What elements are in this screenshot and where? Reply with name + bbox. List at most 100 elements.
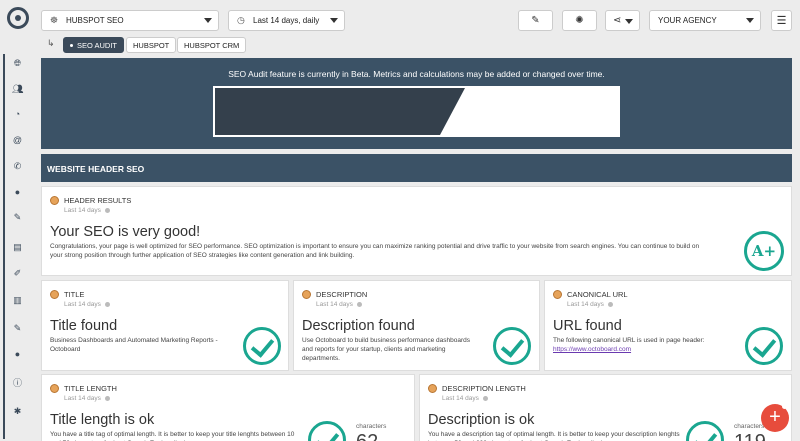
datasource-label: HUBSPOT SEO — [66, 16, 124, 25]
info-dot-icon — [482, 395, 488, 401]
palette-button[interactable]: ✺ — [562, 10, 597, 31]
length-unit: characters — [734, 423, 765, 430]
notification-dot — [782, 404, 787, 409]
chevron-down-icon — [330, 18, 338, 23]
card-headline: Your SEO is very good! — [50, 224, 201, 240]
clock-icon: ◷ — [237, 15, 245, 25]
bug-icon[interactable]: ✱ — [12, 406, 23, 417]
check-icon — [308, 421, 346, 441]
canonical-url-link[interactable]: https://www.octoboard.com — [553, 346, 631, 353]
plug-icon: ✎ — [531, 15, 540, 26]
tab-hubspot[interactable]: HUBSPOT — [126, 37, 177, 53]
section-header: WEBSITE HEADER SEO — [41, 154, 792, 182]
description-card: DESCRIPTION Last 14 days Description fou… — [293, 280, 540, 371]
face-icon — [50, 384, 59, 393]
length-value: 119 — [734, 431, 766, 441]
tab-hubspot-crm[interactable]: HUBSPOT CRM — [177, 37, 247, 53]
globe-icon[interactable]: 🌐︎ — [12, 58, 23, 69]
canonical-url-card: CANONICAL URL Last 14 days URL found The… — [544, 280, 792, 371]
tab-seo-audit[interactable]: SEO AUDIT — [63, 37, 125, 53]
subdirectory-arrow-icon: ↳ — [47, 38, 55, 48]
card-description: You have a description tag of optimal le… — [428, 431, 680, 441]
top-bar: ☸ HUBSPOT SEO ◷ Last 14 days, daily ✎ ✺ … — [0, 0, 800, 34]
card-title: DESCRIPTION — [316, 290, 368, 299]
card-description: You have a title tag of optimal length. … — [50, 431, 295, 441]
daterange-label: Last 14 days, daily — [253, 16, 320, 25]
card-title: TITLE — [64, 290, 85, 299]
users-icon[interactable]: 👥︎ — [12, 84, 23, 95]
tab-label: SEO AUDIT — [77, 40, 118, 50]
beta-banner: SEO Audit feature is currently in Beta. … — [41, 58, 792, 149]
chevron-down-icon — [204, 18, 212, 23]
header-results-card: HEADER RESULTS Last 14 days Your SEO is … — [41, 186, 792, 276]
chart-icon[interactable]: ◔ — [12, 109, 23, 120]
at-icon[interactable]: @ — [12, 135, 23, 146]
chevron-down-icon — [746, 18, 754, 23]
card-period: Last 14 days — [64, 395, 110, 402]
card-headline: Description found — [302, 318, 415, 334]
daterange-dropdown[interactable]: ◷ Last 14 days, daily — [228, 10, 345, 31]
card-period: Last 14 days — [316, 301, 362, 308]
length-value: 62 — [356, 431, 378, 441]
check-icon — [686, 421, 724, 441]
card-description: The following canonical URL is used in p… — [553, 337, 705, 353]
chevron-down-icon — [625, 19, 633, 24]
check-icon — [745, 327, 783, 365]
share-icon: ⋖ — [613, 15, 622, 26]
face-icon — [50, 196, 59, 205]
card-period: Last 14 days — [567, 301, 613, 308]
info-dot-icon — [104, 207, 110, 213]
info-dot-icon — [104, 395, 110, 401]
info-icon[interactable]: ⓘ — [12, 378, 23, 389]
card-title: DESCRIPTION LENGTH — [442, 384, 526, 393]
clipboard-icon[interactable]: ▤ — [12, 242, 23, 253]
sidebar-divider — [3, 54, 5, 439]
menu-button[interactable]: ☰ — [771, 10, 792, 31]
face-icon — [302, 290, 311, 299]
face-icon — [428, 384, 437, 393]
info-dot-icon — [607, 301, 613, 307]
card-headline: Title length is ok — [50, 412, 155, 428]
description-length-card: DESCRIPTION LENGTH Last 14 days Descript… — [419, 374, 792, 441]
wrench-icon[interactable]: ✐ — [12, 268, 23, 279]
card-description: Business Dashboards and Automated Market… — [50, 337, 218, 353]
phone-icon[interactable]: ✆ — [12, 161, 23, 172]
title-length-card: TITLE LENGTH Last 14 days Title length i… — [41, 374, 415, 441]
card-period: Last 14 days — [64, 301, 110, 308]
tools-icon[interactable]: ✎ — [12, 212, 23, 223]
card-title: CANONICAL URL — [567, 290, 628, 299]
card-title: HEADER RESULTS — [64, 196, 132, 205]
check-icon — [243, 327, 281, 365]
card-headline: Description is ok — [428, 412, 535, 428]
info-dot-icon — [356, 301, 362, 307]
length-unit: characters — [356, 423, 387, 430]
hubspot-icon: ☸ — [50, 15, 59, 25]
face-icon — [553, 290, 562, 299]
datasource-dropdown[interactable]: ☸ HUBSPOT SEO — [41, 10, 219, 31]
card-description: Congratulations, your page is well optim… — [50, 243, 700, 259]
sidebar: 🌐︎ 👥︎ ◔ @ ✆ ● ✎ ▤ ✐ ▥ ✎ ● ⓘ ✱ — [0, 50, 34, 441]
card-period: Last 14 days — [64, 207, 110, 214]
app-logo[interactable] — [7, 7, 29, 29]
grade-badge: A+ — [744, 231, 784, 271]
pin-icon[interactable]: ● — [12, 187, 23, 198]
user-icon[interactable]: ● — [12, 349, 23, 360]
tab-label: HUBSPOT CRM — [184, 40, 240, 50]
plugin-button[interactable]: ✎ — [518, 10, 553, 31]
info-dot-icon — [104, 301, 110, 307]
face-icon — [50, 290, 59, 299]
active-dot — [70, 43, 73, 47]
beta-message: SEO Audit feature is currently in Beta. … — [228, 69, 605, 79]
card-headline: URL found — [553, 318, 622, 334]
card-description: Use Octoboard to build business performa… — [302, 337, 471, 362]
plug-icon[interactable]: ✎ — [12, 323, 23, 334]
card-title: TITLE LENGTH — [64, 384, 117, 393]
agency-label: YOUR AGENCY — [658, 16, 717, 25]
beta-image — [213, 86, 620, 137]
tab-label: HUBSPOT — [133, 40, 170, 50]
bank-icon[interactable]: ▥ — [12, 295, 23, 306]
share-button[interactable]: ⋖ — [605, 10, 640, 31]
palette-icon: ✺ — [575, 15, 584, 26]
card-headline: Title found — [50, 318, 118, 334]
agency-dropdown[interactable]: YOUR AGENCY — [649, 10, 761, 31]
